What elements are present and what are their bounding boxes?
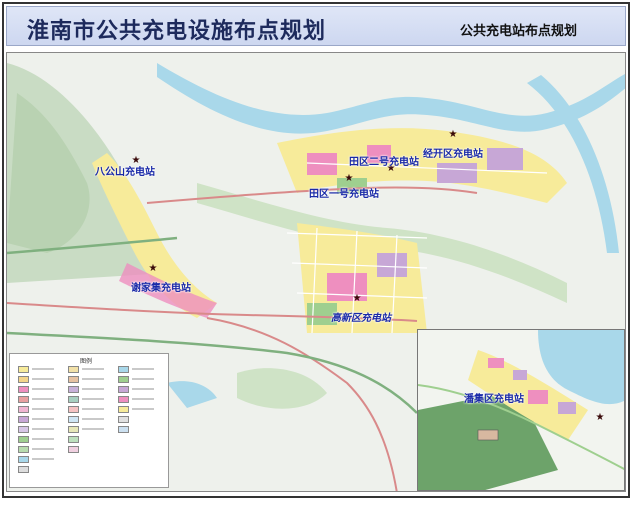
industrial-area <box>558 402 576 414</box>
station-marker-icon[interactable]: ★ <box>448 130 458 140</box>
legend-text-line <box>32 418 54 420</box>
station-label-bagongshan[interactable]: 八公山充电站 <box>95 163 155 178</box>
legend-text-line <box>82 388 104 390</box>
inset-map-panji[interactable]: ★ 潘集区充电站 <box>417 329 625 491</box>
legend-text-line <box>32 368 54 370</box>
map-canvas[interactable]: 图例 ★ 八公山充电站 ★ 田区二号充电站 ★ 经开区充电站 ★ 田区一号充电站… <box>6 52 626 492</box>
legend-swatch <box>68 406 79 413</box>
legend-swatch <box>68 366 79 373</box>
legend-text-line <box>132 388 154 390</box>
legend-text-line <box>82 368 104 370</box>
station-label-xiejiaji[interactable]: 谢家集充电站 <box>131 279 191 294</box>
legend-text-line <box>82 378 104 380</box>
station-label-tianqu1[interactable]: 田区一号充电站 <box>309 185 379 200</box>
legend-swatch <box>18 416 29 423</box>
inset-map-base <box>418 330 624 490</box>
legend-text-line <box>32 408 54 410</box>
legend-text-line <box>132 408 154 410</box>
legend-swatch <box>68 386 79 393</box>
legend-swatch <box>18 436 29 443</box>
legend-text-line <box>82 408 104 410</box>
legend-swatch <box>18 466 29 473</box>
legend-swatch <box>18 396 29 403</box>
legend-swatch <box>18 376 29 383</box>
legend-text-line <box>32 428 54 430</box>
legend-text-line <box>32 448 54 450</box>
station-marker-icon[interactable]: ★ <box>148 264 158 274</box>
legend-swatch <box>18 426 29 433</box>
station-label-panji[interactable]: 潘集区充电站 <box>464 390 524 405</box>
industrial-area <box>437 163 477 183</box>
legend-text-line <box>32 398 54 400</box>
legend-swatch <box>68 396 79 403</box>
legend-text-line <box>132 368 154 370</box>
station-label-gaoxinqu[interactable]: 高新区充电站 <box>331 309 391 324</box>
page-title: 淮南市公共充电设施布点规划 <box>27 19 327 44</box>
legend-title: 图例 <box>80 358 93 365</box>
industrial-area <box>487 148 523 170</box>
legend-swatch <box>118 426 129 433</box>
station-label-tianqu2[interactable]: 田区二号充电站 <box>349 153 419 168</box>
legend-swatch <box>118 416 129 423</box>
legend-swatch <box>118 406 129 413</box>
legend-swatch <box>118 386 129 393</box>
legend-swatch <box>68 376 79 383</box>
legend-text-line <box>132 378 154 380</box>
legend-swatch <box>118 396 129 403</box>
building <box>477 429 499 441</box>
map-legend: 图例 <box>9 353 169 488</box>
legend-swatch <box>118 376 129 383</box>
legend-swatch <box>18 406 29 413</box>
legend-swatch <box>18 366 29 373</box>
legend-text-line <box>82 398 104 400</box>
legend-text-line <box>32 438 54 440</box>
legend-text-line <box>32 378 54 380</box>
legend-text-line <box>82 428 104 430</box>
station-marker-icon[interactable]: ★ <box>352 294 362 304</box>
legend-swatch <box>68 446 79 453</box>
industrial-area <box>377 253 407 277</box>
industrial-area <box>513 370 527 380</box>
legend-swatch <box>18 446 29 453</box>
commercial-area <box>488 358 504 368</box>
station-marker-icon[interactable]: ★ <box>595 413 605 423</box>
legend-swatch <box>68 436 79 443</box>
header-bar: 淮南市公共充电设施布点规划 公共充电站布点规划 <box>6 6 626 46</box>
station-marker-icon[interactable]: ★ <box>344 174 354 184</box>
legend-text-line <box>132 398 154 400</box>
legend-swatch <box>18 386 29 393</box>
legend-swatch <box>68 426 79 433</box>
legend-swatch <box>18 456 29 463</box>
commercial-area <box>528 390 548 404</box>
legend-swatch <box>68 416 79 423</box>
legend-swatch <box>118 366 129 373</box>
legend-text-line <box>32 458 54 460</box>
legend-text-line <box>82 418 104 420</box>
legend-text-line <box>32 388 54 390</box>
page-subtitle: 公共充电站布点规划 <box>459 24 577 39</box>
station-label-jingkaiqu[interactable]: 经开区充电站 <box>423 145 483 160</box>
